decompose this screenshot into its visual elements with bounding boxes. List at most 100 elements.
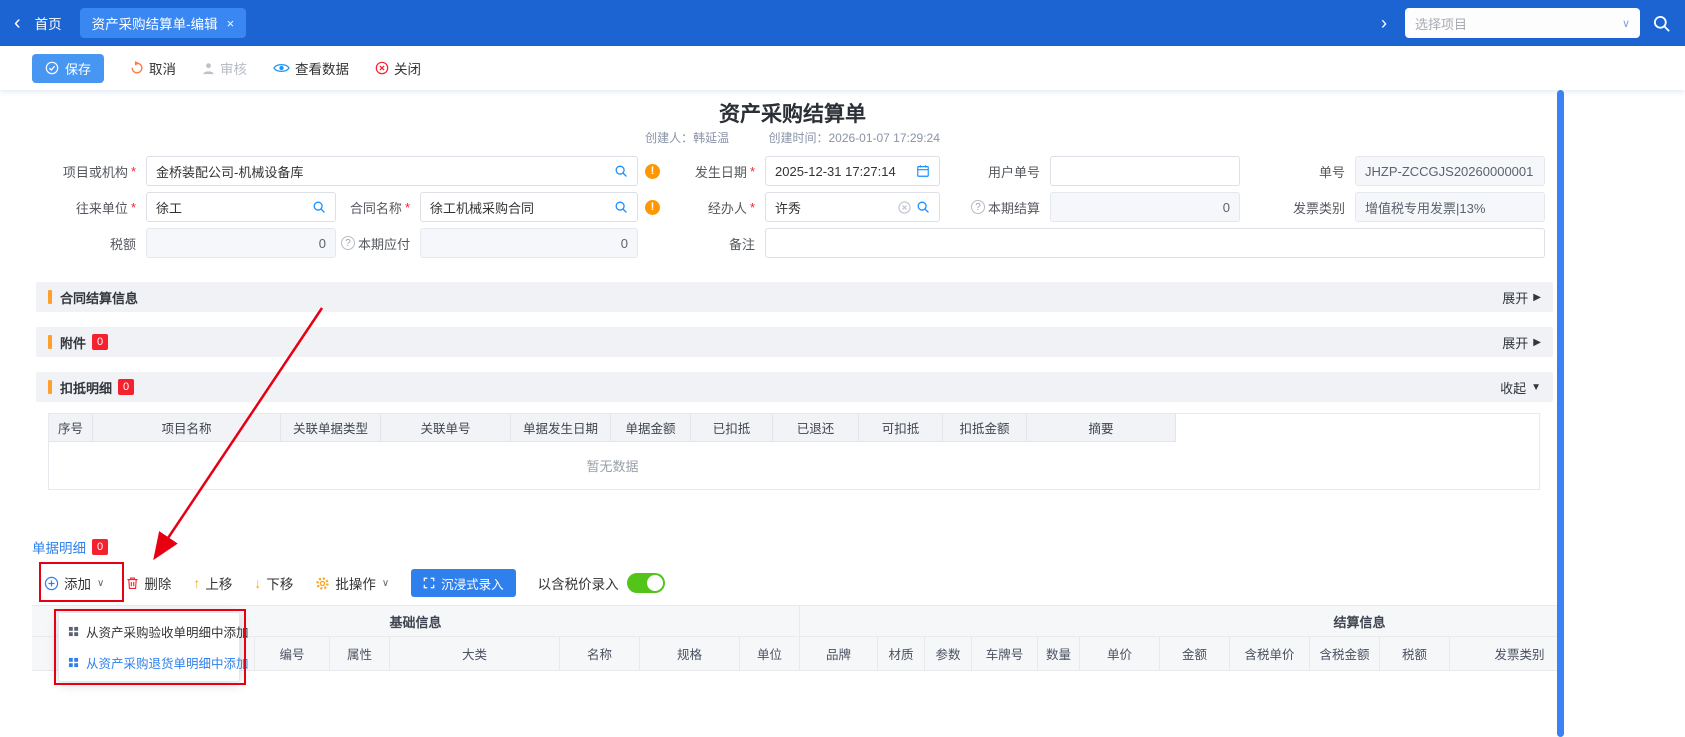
partner-input[interactable]: 徐工 bbox=[146, 192, 336, 222]
tab-active-label: 资产采购结算单-编辑 bbox=[92, 13, 218, 33]
help-icon: ? bbox=[341, 236, 355, 250]
column-header: 编号 bbox=[255, 637, 330, 671]
occur-date-input[interactable]: 2025-12-31 17:27:14 bbox=[765, 156, 940, 186]
forward-icon[interactable]: › bbox=[1381, 13, 1387, 34]
doc-meta: 创建人：韩延温 创建时间：2026-01-07 17:29:24 bbox=[32, 129, 1553, 146]
field-doc-no: 单号 JHZP-ZCCGJS20260000001 bbox=[1265, 156, 1545, 186]
field-label: ?本期应付 bbox=[338, 234, 410, 253]
view-data-button[interactable]: 查看数据 bbox=[273, 58, 349, 78]
field-remark: 备注 bbox=[660, 228, 1545, 258]
chevron-down-icon: ∨ bbox=[97, 578, 104, 589]
section-tick-icon bbox=[48, 380, 52, 394]
field-label: 税额 bbox=[36, 234, 136, 253]
tax-price-toggle[interactable] bbox=[627, 573, 665, 593]
expand-toggle-label: 展开 bbox=[1502, 288, 1528, 307]
section-tick-icon bbox=[48, 290, 52, 304]
batch-operation-label: 批操作 bbox=[335, 573, 376, 593]
detail-table-group-header: 基础信息 结算信息 bbox=[32, 605, 1560, 637]
field-contract: 合同名称* 徐工机械采购合同 ! bbox=[338, 192, 660, 222]
field-label-text: 本期应付 bbox=[358, 234, 410, 253]
add-button[interactable]: 添加 ∨ bbox=[44, 573, 104, 593]
current-payable-value: 0 bbox=[430, 236, 628, 251]
triangle-down-icon: ▼ bbox=[1531, 382, 1541, 393]
menu-item-add-from-return[interactable]: 从资产采购退货单明细中添加 bbox=[59, 647, 239, 678]
tab-close-icon[interactable]: × bbox=[227, 16, 235, 31]
current-settle-input: 0 bbox=[1050, 192, 1240, 222]
tab-active[interactable]: 资产采购结算单-编辑 × bbox=[80, 8, 247, 38]
search-icon[interactable] bbox=[614, 200, 628, 214]
column-header: 可扣抵 bbox=[859, 414, 943, 442]
search-icon[interactable] bbox=[1652, 14, 1671, 33]
menu-item-add-from-acceptance[interactable]: 从资产采购验收单明细中添加 bbox=[59, 616, 239, 647]
expand-toggle-label: 展开 bbox=[1502, 333, 1528, 352]
immersive-entry-button[interactable]: 沉浸式录入 bbox=[411, 569, 516, 597]
calendar-icon[interactable] bbox=[916, 164, 930, 178]
batch-operation-button[interactable]: 批操作 ∨ bbox=[315, 573, 389, 593]
column-header: 单价 bbox=[1080, 637, 1160, 671]
field-label: 单号 bbox=[1265, 162, 1345, 181]
detail-lines-label: 单据明细 bbox=[32, 537, 86, 557]
field-label-text: 发生日期 bbox=[695, 162, 747, 181]
column-header: 含税单价 bbox=[1230, 637, 1310, 671]
field-label-text: 单号 bbox=[1319, 162, 1345, 181]
group-header-settle: 结算信息 bbox=[800, 605, 1560, 637]
clear-icon[interactable] bbox=[898, 201, 911, 214]
column-header: 扣抵金额 bbox=[943, 414, 1027, 442]
project-select[interactable]: 选择项目 ∨ bbox=[1405, 8, 1640, 38]
save-button-label: 保存 bbox=[65, 59, 91, 78]
page: ‹ 首页 资产采购结算单-编辑 × › 选择项目 ∨ 保存 取消 bbox=[0, 0, 1685, 737]
expand-toggle[interactable]: 展开 ▶ bbox=[1502, 288, 1541, 307]
doc-no-input: JHZP-ZCCGJS20260000001 bbox=[1355, 156, 1545, 186]
field-occur-date: 发生日期* 2025-12-31 17:27:14 bbox=[660, 156, 940, 186]
column-header: 序号 bbox=[49, 414, 93, 442]
project-org-value: 金桥装配公司-机械设备库 bbox=[156, 162, 609, 181]
user-no-input[interactable] bbox=[1050, 156, 1240, 186]
search-icon[interactable] bbox=[614, 164, 628, 178]
tab-detail-lines[interactable]: 单据明细 0 bbox=[32, 537, 108, 557]
column-header: 材质 bbox=[878, 637, 925, 671]
vertical-scrollbar[interactable] bbox=[1557, 90, 1564, 737]
collapse-toggle-label: 收起 bbox=[1500, 378, 1526, 397]
tab-home[interactable]: 首页 bbox=[35, 13, 62, 33]
close-button[interactable]: 关闭 bbox=[375, 58, 421, 78]
delete-button[interactable]: 删除 bbox=[126, 573, 171, 593]
search-icon[interactable] bbox=[916, 200, 930, 214]
attachment-count-badge: 0 bbox=[92, 334, 108, 350]
deduction-count-badge: 0 bbox=[118, 379, 134, 395]
detail-toolbar: 添加 ∨ 删除 ↑ 上移 ↓ 下移 批操作 ∨ 沉浸式 bbox=[44, 566, 665, 600]
tax-price-entry-label: 以含税价录入 bbox=[538, 573, 619, 593]
add-dropdown-menu: 从资产采购验收单明细中添加 从资产采购退货单明细中添加 bbox=[58, 612, 240, 682]
tab-bar: ‹ 首页 资产采购结算单-编辑 × › 选择项目 ∨ bbox=[0, 0, 1685, 46]
column-header: 车牌号 bbox=[972, 637, 1038, 671]
chevron-down-icon: ∨ bbox=[382, 578, 389, 589]
column-header: 关联单号 bbox=[381, 414, 511, 442]
triangle-right-icon: ▶ bbox=[1533, 337, 1541, 348]
move-down-button[interactable]: ↓ 下移 bbox=[254, 573, 293, 593]
section-tick-icon bbox=[48, 335, 52, 349]
empty-state-text: 暂无数据 bbox=[49, 442, 1176, 488]
audit-button[interactable]: 审核 bbox=[202, 58, 247, 78]
column-header: 已扣抵 bbox=[691, 414, 773, 442]
chevron-down-icon: ∨ bbox=[1622, 17, 1630, 30]
field-label: 备注 bbox=[660, 234, 755, 253]
project-org-input[interactable]: 金桥装配公司-机械设备库 bbox=[146, 156, 638, 186]
expand-toggle[interactable]: 展开 ▶ bbox=[1502, 333, 1541, 352]
arrow-up-icon: ↑ bbox=[193, 575, 200, 591]
tax-value: 0 bbox=[156, 236, 326, 251]
save-button[interactable]: 保存 bbox=[32, 54, 104, 83]
handler-input[interactable]: 许秀 bbox=[765, 192, 940, 222]
remark-input[interactable] bbox=[765, 228, 1545, 258]
move-up-button[interactable]: ↑ 上移 bbox=[193, 573, 232, 593]
menu-item-label: 从资产采购验收单明细中添加 bbox=[86, 622, 249, 641]
contract-input[interactable]: 徐工机械采购合同 bbox=[420, 192, 638, 222]
collapse-toggle[interactable]: 收起 ▼ bbox=[1500, 378, 1541, 397]
warning-icon: ! bbox=[645, 200, 660, 215]
field-label-text: 税额 bbox=[110, 234, 136, 253]
field-partner: 往来单位* 徐工 bbox=[36, 192, 336, 222]
current-settle-value: 0 bbox=[1060, 200, 1230, 215]
column-header: 金额 bbox=[1160, 637, 1230, 671]
field-label: 项目或机构* bbox=[36, 162, 136, 181]
cancel-button[interactable]: 取消 bbox=[130, 58, 176, 78]
back-icon[interactable]: ‹ bbox=[14, 13, 21, 33]
search-icon[interactable] bbox=[312, 200, 326, 214]
